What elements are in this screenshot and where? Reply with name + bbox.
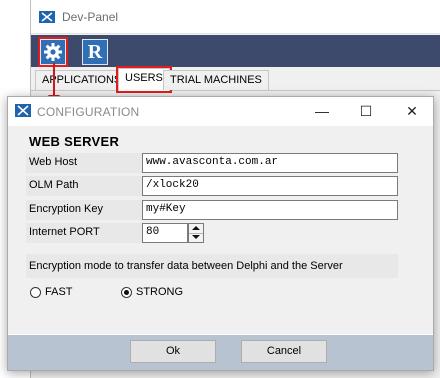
port-spinner: [188, 223, 204, 243]
r-button[interactable]: R: [82, 39, 108, 65]
olm-path-label: OLM Path: [26, 176, 142, 196]
encryption-key-label: Encryption Key: [26, 200, 142, 220]
section-title: WEB SERVER: [29, 134, 120, 149]
r-button-label: R: [87, 41, 103, 63]
tab-applications[interactable]: APPLICATIONS: [35, 70, 129, 90]
dialog-title: CONFIGURATION: [37, 105, 140, 119]
arrow-up-icon: [192, 226, 200, 230]
minimize-button[interactable]: —: [308, 101, 336, 121]
port-decrement-button[interactable]: [189, 233, 203, 242]
internet-port-label: Internet PORT: [26, 223, 142, 243]
radio-selected-dot: [124, 290, 129, 295]
encryption-info: Encryption mode to transfer data between…: [26, 254, 398, 278]
dev-panel-title: Dev-Panel: [62, 10, 119, 24]
annotation-arrow: [53, 63, 55, 99]
arrow-down-icon: [192, 235, 200, 239]
radio-fast-label: FAST: [45, 286, 73, 298]
encryption-key-input[interactable]: my#Key: [142, 200, 398, 220]
web-host-label: Web Host: [26, 153, 142, 173]
ok-button[interactable]: Ok: [130, 340, 216, 363]
app-logo-icon: [39, 11, 55, 23]
gear-icon: [44, 43, 62, 61]
olm-path-input[interactable]: /xlock20: [142, 176, 398, 196]
maximize-button[interactable]: ☐: [352, 101, 380, 121]
cancel-button[interactable]: Cancel: [241, 340, 327, 363]
close-button[interactable]: ✕: [398, 101, 426, 121]
tab-trial-machines[interactable]: TRIAL MACHINES: [163, 70, 269, 90]
radio-strong-label: STRONG: [136, 286, 184, 298]
radio-strong-circle[interactable]: [121, 287, 132, 298]
dialog-footer: [8, 335, 433, 370]
dialog-logo-icon: [15, 104, 31, 117]
web-host-input[interactable]: www.avasconta.com.ar: [142, 153, 398, 173]
internet-port-input[interactable]: 80: [142, 223, 188, 243]
radio-fast-circle[interactable]: [30, 287, 41, 298]
settings-button[interactable]: [38, 37, 68, 67]
